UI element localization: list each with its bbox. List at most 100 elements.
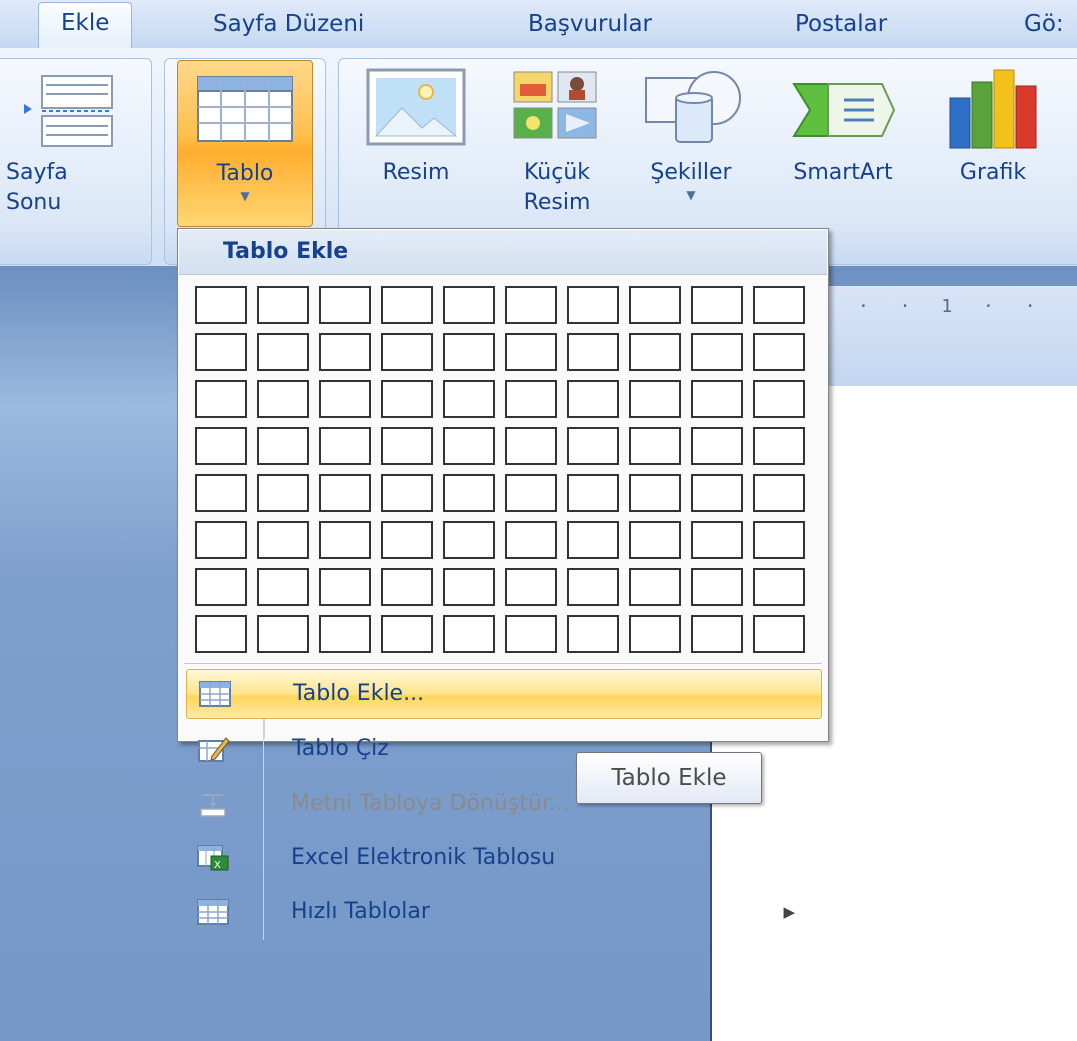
- grid-cell[interactable]: [443, 427, 495, 465]
- grid-cell[interactable]: [195, 380, 247, 418]
- grid-cell[interactable]: [567, 568, 619, 606]
- grid-cell[interactable]: [567, 333, 619, 371]
- grid-cell[interactable]: [691, 427, 743, 465]
- grid-cell[interactable]: [319, 615, 371, 653]
- grid-cell[interactable]: [567, 474, 619, 512]
- grid-cell[interactable]: [505, 568, 557, 606]
- grid-cell[interactable]: [505, 286, 557, 324]
- grid-cell[interactable]: [443, 286, 495, 324]
- grid-cell[interactable]: [691, 521, 743, 559]
- grid-cell[interactable]: [257, 427, 309, 465]
- grid-cell[interactable]: [381, 427, 433, 465]
- grid-cell[interactable]: [195, 474, 247, 512]
- grid-cell[interactable]: [691, 474, 743, 512]
- grid-cell[interactable]: [629, 286, 681, 324]
- grid-cell[interactable]: [691, 615, 743, 653]
- grid-cell[interactable]: [319, 427, 371, 465]
- menu-item-label: Tablo Çiz: [292, 736, 389, 761]
- grid-cell[interactable]: [319, 521, 371, 559]
- clipart-icon: [513, 71, 597, 139]
- grid-cell[interactable]: [319, 286, 371, 324]
- grid-cell[interactable]: [505, 474, 557, 512]
- grid-cell[interactable]: [629, 568, 681, 606]
- grid-cell[interactable]: [257, 333, 309, 371]
- grid-cell[interactable]: [567, 286, 619, 324]
- grid-cell[interactable]: [257, 474, 309, 512]
- grid-cell[interactable]: [691, 286, 743, 324]
- grid-cell[interactable]: [381, 568, 433, 606]
- chart-button[interactable]: Grafik: [934, 60, 1052, 220]
- grid-cell[interactable]: [629, 380, 681, 418]
- smartart-button[interactable]: SmartArt: [768, 60, 918, 220]
- grid-cell[interactable]: [319, 568, 371, 606]
- grid-cell[interactable]: [257, 615, 309, 653]
- table-size-grid[interactable]: [195, 286, 805, 653]
- grid-cell[interactable]: [629, 474, 681, 512]
- grid-cell[interactable]: [753, 615, 805, 653]
- tab-sayfa-duzeni[interactable]: Sayfa Düzeni: [213, 4, 364, 48]
- grid-cell[interactable]: [257, 286, 309, 324]
- grid-cell[interactable]: [753, 521, 805, 559]
- grid-cell[interactable]: [753, 380, 805, 418]
- grid-cell[interactable]: [195, 333, 247, 371]
- grid-cell[interactable]: [319, 474, 371, 512]
- grid-cell[interactable]: [381, 380, 433, 418]
- grid-cell[interactable]: [691, 568, 743, 606]
- grid-cell[interactable]: [381, 521, 433, 559]
- grid-cell[interactable]: [443, 474, 495, 512]
- grid-cell[interactable]: [443, 380, 495, 418]
- grid-cell[interactable]: [381, 474, 433, 512]
- grid-cell[interactable]: [195, 286, 247, 324]
- menu-item-excel-spreadsheet[interactable]: X Excel Elektronik Tablosu: [185, 834, 819, 882]
- tab-ekle[interactable]: Ekle: [38, 2, 133, 49]
- grid-cell[interactable]: [381, 333, 433, 371]
- tab-gorunum[interactable]: Gö:: [1024, 4, 1064, 48]
- tab-postalar[interactable]: Postalar: [795, 4, 887, 48]
- grid-cell[interactable]: [629, 615, 681, 653]
- grid-cell[interactable]: [505, 615, 557, 653]
- grid-cell[interactable]: [381, 615, 433, 653]
- grid-cell[interactable]: [443, 521, 495, 559]
- grid-cell[interactable]: [319, 333, 371, 371]
- grid-cell[interactable]: [443, 333, 495, 371]
- menu-item-label: Metni Tabloya Dönüştür...: [291, 791, 570, 816]
- grid-cell[interactable]: [691, 333, 743, 371]
- grid-cell[interactable]: [505, 380, 557, 418]
- grid-cell[interactable]: [753, 474, 805, 512]
- clipart-button[interactable]: Küçük Resim: [502, 60, 612, 220]
- grid-cell[interactable]: [629, 427, 681, 465]
- grid-cell[interactable]: [753, 427, 805, 465]
- grid-cell[interactable]: [505, 333, 557, 371]
- shapes-button[interactable]: Şekiller ▼: [626, 60, 756, 225]
- chevron-down-icon: ▼: [240, 189, 250, 203]
- grid-cell[interactable]: [567, 380, 619, 418]
- grid-cell[interactable]: [505, 521, 557, 559]
- grid-cell[interactable]: [195, 568, 247, 606]
- grid-cell[interactable]: [753, 286, 805, 324]
- grid-cell[interactable]: [195, 521, 247, 559]
- grid-cell[interactable]: [753, 568, 805, 606]
- grid-cell[interactable]: [381, 286, 433, 324]
- menu-item-insert-table[interactable]: Tablo Ekle...: [186, 669, 822, 719]
- grid-cell[interactable]: [629, 333, 681, 371]
- grid-cell[interactable]: [195, 427, 247, 465]
- grid-cell[interactable]: [505, 427, 557, 465]
- menu-item-quick-tables[interactable]: Hızlı Tablolar ▶: [185, 888, 819, 936]
- grid-cell[interactable]: [567, 615, 619, 653]
- grid-cell[interactable]: [257, 568, 309, 606]
- grid-cell[interactable]: [629, 521, 681, 559]
- grid-cell[interactable]: [195, 615, 247, 653]
- grid-cell[interactable]: [691, 380, 743, 418]
- grid-cell[interactable]: [257, 521, 309, 559]
- grid-cell[interactable]: [319, 380, 371, 418]
- grid-cell[interactable]: [753, 333, 805, 371]
- page-break-button[interactable]: Sayfa Sonu: [2, 58, 122, 258]
- tab-basvurular[interactable]: Başvurular: [528, 4, 652, 48]
- grid-cell[interactable]: [567, 521, 619, 559]
- grid-cell[interactable]: [443, 615, 495, 653]
- grid-cell[interactable]: [567, 427, 619, 465]
- grid-cell[interactable]: [443, 568, 495, 606]
- picture-button[interactable]: Resim: [356, 60, 476, 220]
- grid-cell[interactable]: [257, 380, 309, 418]
- table-button[interactable]: Tablo ▼: [177, 60, 313, 227]
